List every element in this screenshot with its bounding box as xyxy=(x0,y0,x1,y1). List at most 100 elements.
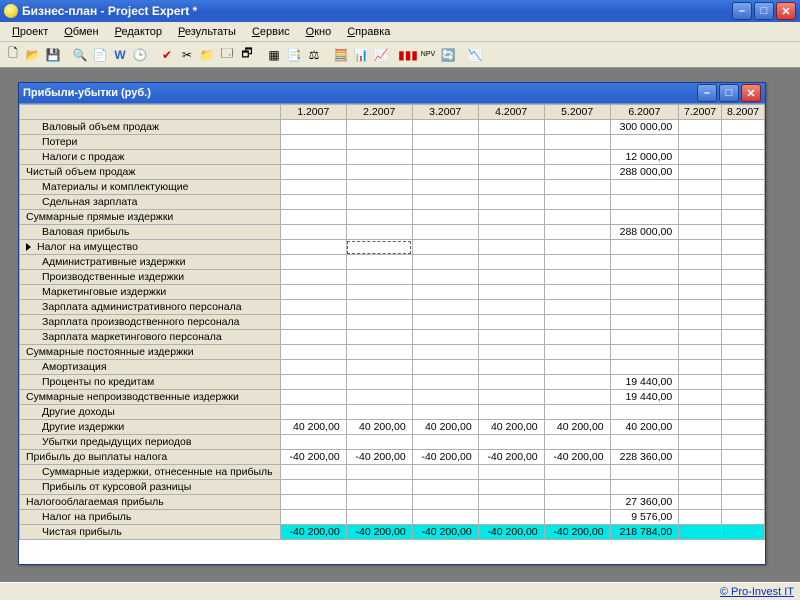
cell[interactable] xyxy=(722,120,765,135)
row-header[interactable]: Суммарные непроизводственные издержки xyxy=(20,390,281,405)
cell[interactable] xyxy=(346,360,412,375)
cell[interactable] xyxy=(478,480,544,495)
cell[interactable] xyxy=(412,405,478,420)
cell[interactable] xyxy=(679,345,722,360)
cell[interactable] xyxy=(679,465,722,480)
row-header[interactable]: Потери xyxy=(20,135,281,150)
cell[interactable] xyxy=(722,330,765,345)
cell[interactable]: -40 200,00 xyxy=(544,525,610,540)
cell[interactable] xyxy=(478,435,544,450)
column-header[interactable]: 5.2007 xyxy=(544,105,610,120)
row-header[interactable]: Убытки предыдущих периодов xyxy=(20,435,281,450)
bars-icon[interactable]: ▮▮▮ xyxy=(399,46,417,64)
cell[interactable] xyxy=(412,375,478,390)
row-header[interactable]: Зарплата административного персонала xyxy=(20,300,281,315)
cell[interactable] xyxy=(412,285,478,300)
chart2-icon[interactable]: 📉 xyxy=(466,46,484,64)
cell[interactable] xyxy=(346,510,412,525)
row-header[interactable]: Зарплата производственного персонала xyxy=(20,315,281,330)
table-row[interactable]: Другие издержки40 200,0040 200,0040 200,… xyxy=(20,420,765,435)
cell[interactable] xyxy=(280,225,346,240)
cell[interactable] xyxy=(679,330,722,345)
cell[interactable] xyxy=(544,360,610,375)
cell[interactable] xyxy=(280,495,346,510)
cell[interactable] xyxy=(722,270,765,285)
cell[interactable] xyxy=(412,315,478,330)
cell[interactable] xyxy=(679,210,722,225)
table-row[interactable]: Валовый объем продаж300 000,00 xyxy=(20,120,765,135)
cell[interactable] xyxy=(346,210,412,225)
cell[interactable] xyxy=(679,150,722,165)
cell[interactable] xyxy=(722,480,765,495)
table-row[interactable]: Суммарные прямые издержки xyxy=(20,210,765,225)
cell[interactable]: -40 200,00 xyxy=(280,450,346,465)
cell[interactable] xyxy=(412,255,478,270)
row-header[interactable]: Амортизация xyxy=(20,360,281,375)
cell[interactable] xyxy=(679,300,722,315)
column-header[interactable]: 4.2007 xyxy=(478,105,544,120)
row-header[interactable]: Другие издержки xyxy=(20,420,281,435)
column-header[interactable]: 7.2007 xyxy=(679,105,722,120)
cell[interactable]: 19 440,00 xyxy=(610,390,679,405)
scissors-icon[interactable]: ✂ xyxy=(178,46,196,64)
cell[interactable] xyxy=(544,195,610,210)
cell[interactable] xyxy=(679,255,722,270)
cell[interactable] xyxy=(679,405,722,420)
folder-icon[interactable]: 📁 xyxy=(198,46,216,64)
menu-3[interactable]: Результаты xyxy=(170,24,244,40)
table-row[interactable]: Зарплата административного персонала xyxy=(20,300,765,315)
cell[interactable] xyxy=(412,210,478,225)
cell[interactable] xyxy=(544,465,610,480)
menu-0[interactable]: Проект xyxy=(4,24,56,40)
cell[interactable] xyxy=(412,270,478,285)
cell[interactable]: 12 000,00 xyxy=(610,150,679,165)
table-icon[interactable]: ▦ xyxy=(265,46,283,64)
cell[interactable] xyxy=(346,255,412,270)
row-header[interactable]: Суммарные издержки, отнесенные на прибыл… xyxy=(20,465,281,480)
cell[interactable] xyxy=(722,225,765,240)
cell[interactable] xyxy=(544,135,610,150)
cell[interactable]: -40 200,00 xyxy=(478,450,544,465)
cell[interactable] xyxy=(722,375,765,390)
cell[interactable] xyxy=(722,420,765,435)
cell[interactable] xyxy=(722,180,765,195)
row-header[interactable]: Налоги с продаж xyxy=(20,150,281,165)
cascade-icon[interactable]: 🗗 xyxy=(238,46,256,64)
row-header[interactable]: Налогооблагаемая прибыль xyxy=(20,495,281,510)
cell[interactable] xyxy=(412,345,478,360)
column-header[interactable]: 1.2007 xyxy=(280,105,346,120)
cell[interactable] xyxy=(412,510,478,525)
cell[interactable] xyxy=(722,435,765,450)
cell[interactable] xyxy=(280,285,346,300)
cell[interactable] xyxy=(610,465,679,480)
cell[interactable] xyxy=(346,270,412,285)
table-row[interactable]: Валовая прибыль288 000,00 xyxy=(20,225,765,240)
row-header[interactable]: Другие доходы xyxy=(20,405,281,420)
cell[interactable] xyxy=(280,405,346,420)
cell[interactable] xyxy=(346,300,412,315)
cell[interactable] xyxy=(544,510,610,525)
cell[interactable]: -40 200,00 xyxy=(478,525,544,540)
cell[interactable] xyxy=(412,495,478,510)
cell[interactable]: 300 000,00 xyxy=(610,120,679,135)
menu-6[interactable]: Справка xyxy=(339,24,398,40)
cell[interactable] xyxy=(412,435,478,450)
npv-icon[interactable]: NPV xyxy=(419,46,437,64)
row-header[interactable]: Суммарные прямые издержки xyxy=(20,210,281,225)
table-row[interactable]: Амортизация xyxy=(20,360,765,375)
cell[interactable] xyxy=(722,525,765,540)
cell[interactable] xyxy=(478,345,544,360)
cell[interactable] xyxy=(280,345,346,360)
cell[interactable] xyxy=(610,240,679,255)
cell[interactable] xyxy=(346,375,412,390)
cell[interactable]: 218 784,00 xyxy=(610,525,679,540)
cell[interactable] xyxy=(610,360,679,375)
cell[interactable] xyxy=(280,270,346,285)
cell[interactable] xyxy=(280,240,346,255)
menu-5[interactable]: Окно xyxy=(298,24,340,40)
cell[interactable]: 288 000,00 xyxy=(610,225,679,240)
cell[interactable] xyxy=(544,270,610,285)
cell[interactable] xyxy=(280,480,346,495)
cell[interactable] xyxy=(610,210,679,225)
calc1-icon[interactable]: 🧮 xyxy=(332,46,350,64)
